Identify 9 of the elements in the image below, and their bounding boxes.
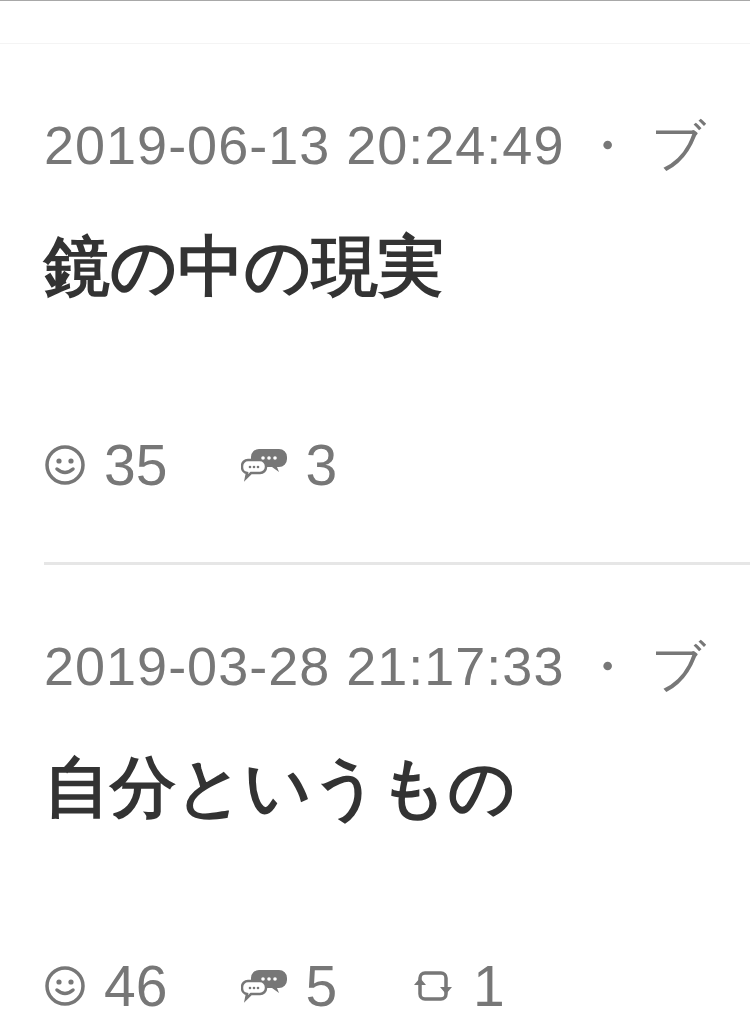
stat-count: 3 — [305, 440, 338, 490]
post-timestamp: 2019-06-13 20:24:49 ・ ブ — [44, 120, 708, 170]
stat-count: 46 — [104, 961, 168, 1011]
stat-count: 1 — [473, 961, 505, 1011]
stat-count: 35 — [104, 440, 168, 490]
post-timestamp: 2019-03-28 21:17:33 ・ ブ — [44, 641, 708, 691]
smiley-icon — [44, 444, 86, 486]
stat-count: 5 — [305, 961, 338, 1011]
smiley-icon — [44, 965, 86, 1007]
